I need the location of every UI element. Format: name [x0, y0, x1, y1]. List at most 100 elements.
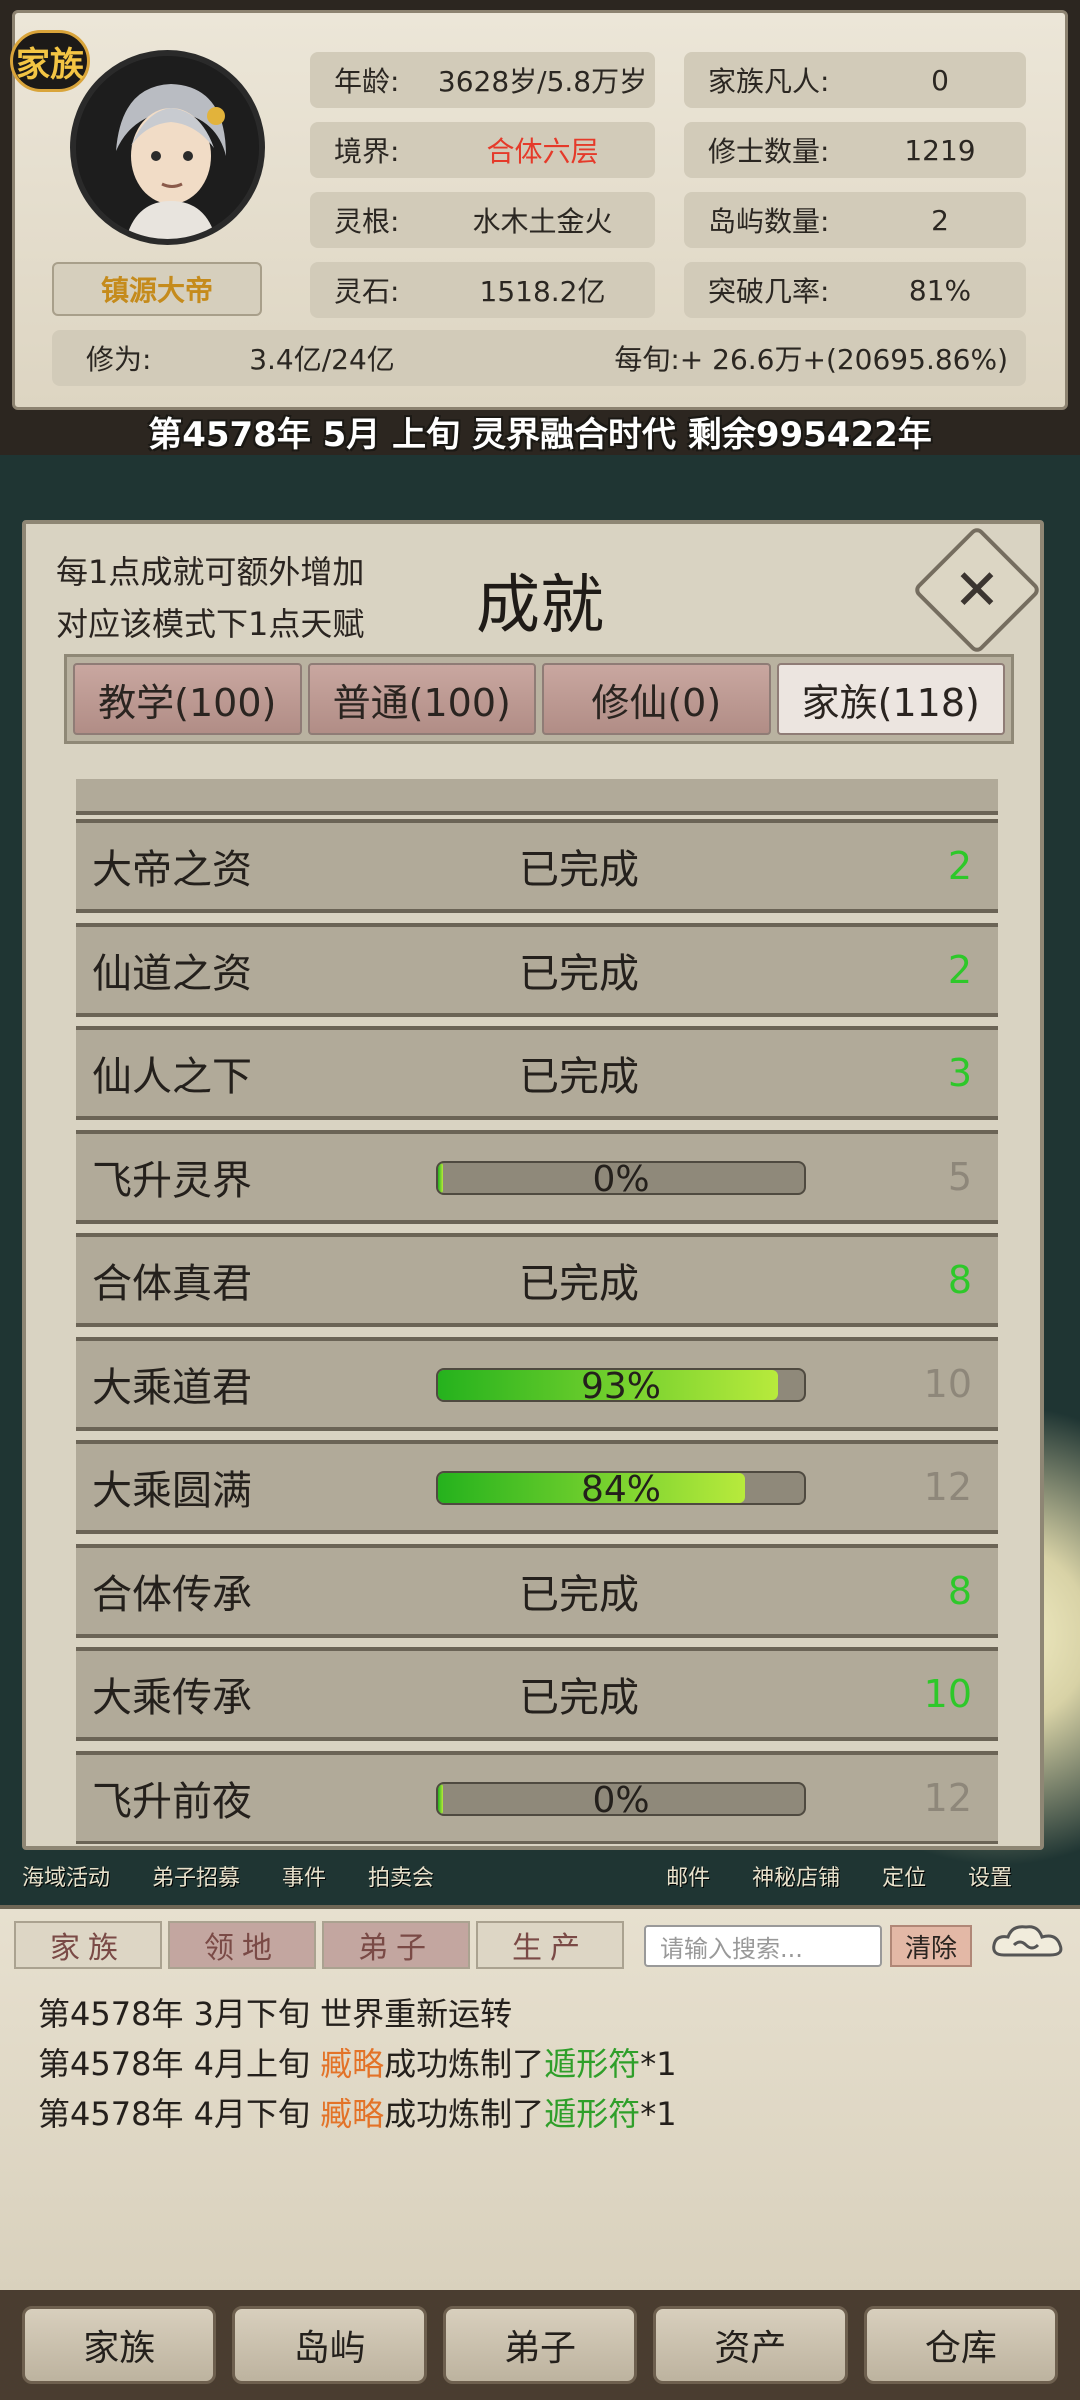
- log-tabs: 家族 领地 弟子 生产: [14, 1921, 624, 1969]
- log-qty: *1: [640, 2095, 677, 2133]
- function-menu-strip: 海域活动 弟子招募 事件 拍卖会 邮件 神秘店铺 定位 设置: [0, 1860, 1080, 1904]
- bottom-navigation: 家族 岛屿 弟子 资产 仓库: [0, 2290, 1080, 2400]
- stat-breakthrough: 突破几率: 81%: [684, 262, 1026, 318]
- achievement-tabs: 教学(100) 普通(100) 修仙(0) 家族(118): [64, 654, 1014, 744]
- menu-events[interactable]: 事件: [282, 1860, 326, 1904]
- progress-text: 0%: [592, 1781, 650, 1816]
- log-tab-production[interactable]: 生产: [476, 1921, 624, 1969]
- hint-line-2: 对应该模式下1点天赋: [56, 605, 365, 643]
- achievement-hint: 每1点成就可额外增加 对应该模式下1点天赋: [56, 546, 364, 650]
- search-input[interactable]: 请输入搜索...: [644, 1925, 882, 1967]
- progress-text: 0%: [592, 1160, 650, 1195]
- stat-value: 81%: [908, 273, 972, 307]
- cloud-icon[interactable]: [990, 1921, 1066, 1965]
- log-item[interactable]: 遁形符: [544, 2045, 640, 2083]
- achievement-status: 已完成: [519, 1571, 639, 1618]
- menu-sea-activity[interactable]: 海域活动: [22, 1860, 110, 1904]
- event-log-panel: 家族 领地 弟子 生产 请输入搜索... 清除 第4578年 3月下旬 世界重新…: [0, 1905, 1080, 2290]
- stat-value: 合体六层: [486, 135, 599, 168]
- achievement-points: 2: [947, 947, 972, 992]
- achievement-dialog: 每1点成就可额外增加 对应该模式下1点天赋 成就 ✕ 教学(100) 普通(10…: [22, 520, 1044, 1850]
- achievement-name: 大乘道君: [92, 1364, 252, 1411]
- log-item[interactable]: 遁形符: [544, 2095, 640, 2133]
- dialog-title: 成就: [476, 569, 604, 643]
- clear-button[interactable]: 清除: [890, 1925, 972, 1967]
- nav-family[interactable]: 家族: [22, 2306, 217, 2384]
- achievement-row: 大乘道君 93% 10: [76, 1336, 998, 1431]
- achievement-status: 已完成: [519, 1261, 639, 1307]
- achievement-list[interactable]: 大帝之资 已完成 2 仙道之资 已完成 2 仙人之下 已完成 3 飞升灵界 0% 5 合体真君 已完成 8 大…: [76, 779, 998, 1844]
- stat-value: 水木土金火: [472, 205, 613, 238]
- menu-auction[interactable]: 拍卖会: [368, 1860, 434, 1904]
- achievement-name: 大乘传承: [92, 1675, 252, 1721]
- achievement-name: 仙道之资: [92, 950, 252, 997]
- tab-cultivation[interactable]: 修仙(0): [542, 663, 771, 735]
- nav-islands[interactable]: 岛屿: [232, 2306, 427, 2384]
- achievement-row: 飞升前夜 0% 12: [76, 1750, 998, 1844]
- family-badge[interactable]: 家族: [10, 30, 90, 92]
- achievement-points: 12: [923, 1775, 972, 1820]
- log-time: 第4578年 3月下旬: [38, 1995, 321, 2033]
- log-entry: 第4578年 4月下旬 臧略成功炼制了遁形符*1: [38, 2089, 677, 2135]
- stat-label: 突破几率:: [708, 275, 830, 308]
- cultivation-value: 3.4亿/24亿: [249, 343, 395, 376]
- nav-warehouse[interactable]: 仓库: [863, 2306, 1059, 2384]
- stat-islands: 岛屿数量: 2: [684, 192, 1026, 248]
- list-item-partial: [76, 779, 998, 815]
- achievement-progress-bar: 93%: [436, 1367, 806, 1402]
- avatar-portrait-icon: [76, 56, 259, 239]
- stat-value: 3628岁/5.8万岁: [437, 65, 648, 98]
- log-qty: *1: [640, 2045, 677, 2083]
- menu-mail[interactable]: 邮件: [666, 1860, 710, 1904]
- achievement-row: 飞升灵界 0% 5: [76, 1129, 998, 1224]
- hint-line-1: 每1点成就可额外增加: [56, 553, 365, 591]
- log-tab-territory[interactable]: 领地: [168, 1921, 316, 1969]
- achievement-name: 大帝之资: [92, 847, 252, 893]
- achievement-points: 10: [923, 1672, 972, 1716]
- achievement-points: 10: [923, 1361, 972, 1406]
- achievement-progress-bar: 84%: [436, 1471, 806, 1505]
- achievement-points: 8: [947, 1568, 972, 1613]
- log-entry: 第4578年 3月下旬 世界重新运转: [38, 1989, 512, 2035]
- nav-assets[interactable]: 资产: [653, 2306, 848, 2384]
- tab-teaching[interactable]: 教学(100): [73, 663, 302, 735]
- menu-recruit[interactable]: 弟子招募: [152, 1860, 240, 1904]
- achievement-progress-bar: 0%: [436, 1781, 806, 1816]
- achievement-row: 合体传承 已完成 8: [76, 1543, 998, 1638]
- achievement-status: 已完成: [519, 847, 639, 893]
- achievement-points: 8: [947, 1258, 972, 1302]
- achievement-row: 合体真君 已完成 8: [76, 1233, 998, 1327]
- log-actor[interactable]: 臧略: [320, 2045, 384, 2083]
- menu-settings[interactable]: 设置: [968, 1860, 1012, 1904]
- achievement-progress-bar: 0%: [436, 1160, 806, 1195]
- log-text: 成功炼制了: [384, 2095, 545, 2133]
- player-avatar[interactable]: [70, 50, 265, 245]
- stat-label: 家族凡人:: [708, 65, 830, 98]
- log-tab-disciples[interactable]: 弟子: [322, 1921, 470, 1969]
- achievement-status: 已完成: [519, 950, 639, 997]
- tab-family[interactable]: 家族(118): [776, 663, 1005, 735]
- close-icon[interactable]: ✕: [931, 544, 1023, 636]
- menu-mystery-shop[interactable]: 神秘店铺: [752, 1860, 840, 1904]
- achievement-name: 仙人之下: [92, 1054, 252, 1100]
- player-title: 镇源大帝: [52, 262, 262, 316]
- progress-text: 93%: [580, 1367, 661, 1402]
- tab-normal[interactable]: 普通(100): [307, 663, 536, 735]
- log-actor[interactable]: 臧略: [320, 2095, 384, 2133]
- menu-locate[interactable]: 定位: [882, 1860, 926, 1904]
- stat-value: 0: [931, 63, 949, 97]
- log-text: 世界重新运转: [320, 1995, 513, 2033]
- stat-label: 境界:: [334, 135, 400, 168]
- year-status-line: 第4578年 5月 上旬 灵界融合时代 剩余995422年: [148, 414, 932, 455]
- progress-text: 84%: [580, 1471, 661, 1505]
- achievement-row: 大乘传承 已完成 10: [76, 1647, 998, 1741]
- log-entry: 第4578年 4月上旬 臧略成功炼制了遁形符*1: [38, 2039, 677, 2085]
- cultivation-rate: 每旬:+ 26.6万+(20695.86%): [614, 343, 1008, 376]
- nav-disciples[interactable]: 弟子: [442, 2306, 638, 2384]
- log-tab-family[interactable]: 家族: [14, 1921, 162, 1969]
- achievement-name: 飞升灵界: [92, 1157, 252, 1204]
- achievement-points: 12: [923, 1465, 972, 1509]
- achievement-row: 仙道之资 已完成 2: [76, 922, 998, 1017]
- stat-label: 修士数量:: [708, 135, 830, 168]
- stat-label: 年龄:: [334, 65, 400, 98]
